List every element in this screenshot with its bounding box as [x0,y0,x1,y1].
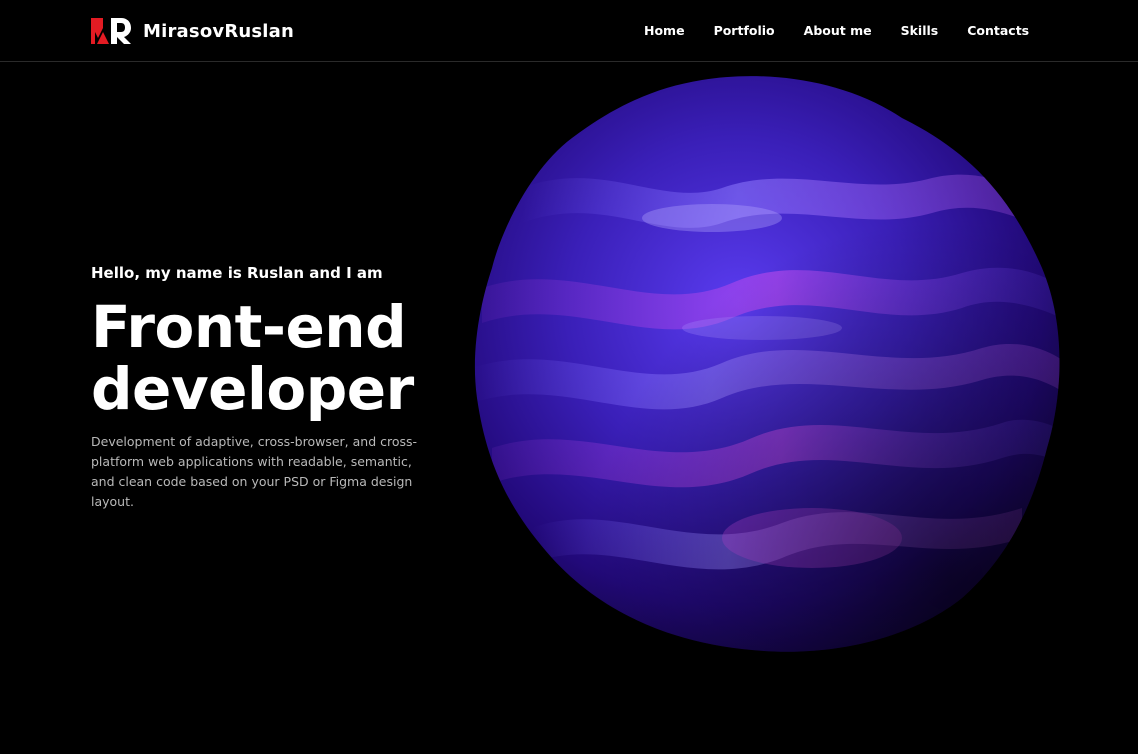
nav-home[interactable]: Home [644,23,685,38]
nav-about-me[interactable]: About me [804,23,872,38]
hero-title-line-1: Front-end [91,293,407,361]
hero-description: Development of adaptive, cross-browser, … [91,434,418,509]
page: MirasovRuslan Home Portfolio About me Sk… [0,0,1138,754]
nav-contacts[interactable]: Contacts [967,23,1029,38]
site-header: MirasovRuslan Home Portfolio About me Sk… [0,0,1138,62]
nav-skills[interactable]: Skills [901,23,939,38]
hero-section: Hello, my name is Ruslan and I am Front-… [91,264,451,512]
nav-portfolio[interactable]: Portfolio [714,23,775,38]
brand-link[interactable]: MirasovRuslan [91,16,294,46]
hero-title-line-2: developer [91,355,414,423]
hero-title: Front-end developer [91,296,451,420]
logo-icon [91,18,131,44]
purple-blob-icon [474,76,1060,652]
main-nav: Home Portfolio About me Skills Contacts [644,23,1058,38]
hero-blob-image [462,68,1072,668]
brand-name: MirasovRuslan [143,20,295,42]
hero-greeting: Hello, my name is Ruslan and I am [91,264,383,282]
